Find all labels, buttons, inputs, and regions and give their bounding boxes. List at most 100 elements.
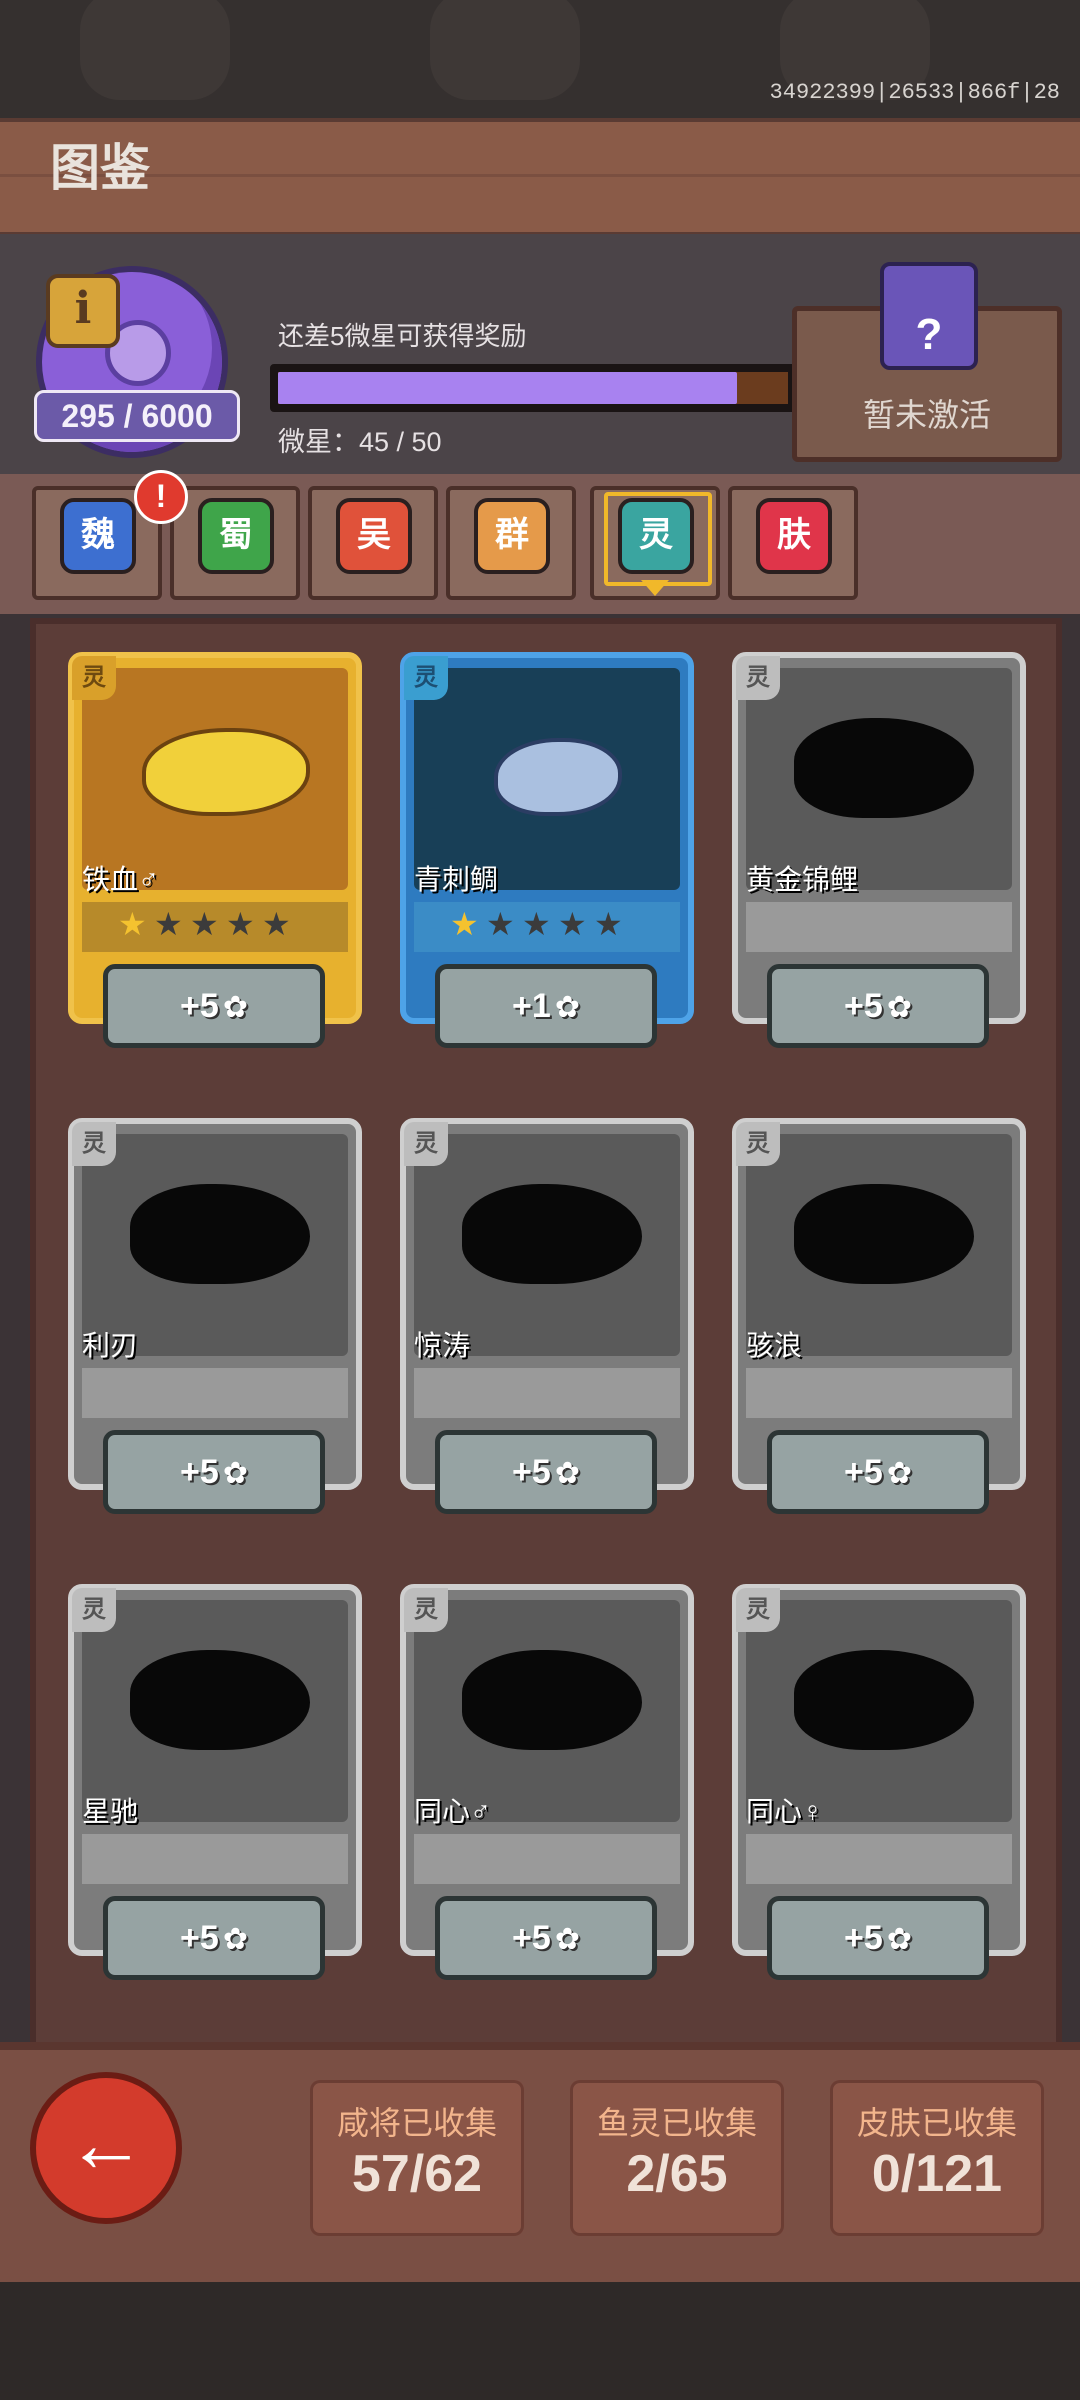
fish-name: 同心♀: [746, 1796, 824, 1827]
fish-spirits-collected: 鱼灵已收集 2/65: [570, 2080, 784, 2236]
gear-icon: ✿: [886, 1457, 912, 1490]
stat-value: 0/121: [871, 2145, 1003, 2203]
star-icon: ★: [522, 906, 551, 942]
fish-image: [746, 668, 1012, 890]
card-tag: 灵: [404, 1122, 448, 1166]
reward-button[interactable]: +5 ✿: [103, 964, 325, 1048]
gear-icon: ✿: [886, 1923, 912, 1956]
tab-2[interactable]: 蜀: [198, 498, 274, 574]
fish-name: 铁血♂: [82, 864, 160, 895]
star-icon: ★: [558, 906, 587, 942]
star-icon: ★: [118, 906, 147, 942]
stat-label: 皮肤已收集: [856, 2105, 1017, 2141]
stat-label: 鱼灵已收集: [596, 2105, 757, 2141]
reward-amount: +5: [512, 1919, 551, 1957]
fish-name: 星驰: [82, 1796, 139, 1827]
star-icon: ★: [486, 906, 515, 942]
fish-name: 青刺鲷: [414, 864, 499, 895]
fish-silhouette-icon: [794, 1184, 974, 1284]
gear-icon: ✿: [886, 991, 912, 1024]
fish-image: [82, 1600, 348, 1822]
micro-star-count: 微星：45 / 50: [278, 427, 442, 457]
reward-amount: +5: [180, 1453, 219, 1491]
card-tag: 灵: [72, 1588, 116, 1632]
card-tag: 灵: [736, 1588, 780, 1632]
star-icon: ★: [262, 906, 291, 942]
inactive-label: 暂未激活: [862, 397, 991, 433]
blue-fish-icon: [494, 738, 622, 816]
build-info: 34922399|26533|866f|28: [769, 80, 1060, 105]
stat-value: 2/65: [626, 2145, 728, 2203]
fish-name: 惊涛: [414, 1330, 471, 1361]
star-icon: ★: [594, 906, 623, 942]
fish-image: [746, 1600, 1012, 1822]
reward-button[interactable]: +5 ✿: [435, 1430, 657, 1514]
tab-4[interactable]: 群: [474, 498, 550, 574]
reward-amount: +5: [512, 1453, 551, 1491]
fish-image: [414, 668, 680, 890]
reward-button[interactable]: +5 ✿: [767, 1430, 989, 1514]
fish-name: 利刃: [82, 1330, 139, 1361]
reward-hint: 还差5微星可获得奖励: [278, 321, 527, 351]
reward-button[interactable]: +1 ✿: [435, 964, 657, 1048]
stat-label: 咸将已收集: [336, 2105, 497, 2141]
star-rating: ★ ★ ★ ★ ★: [118, 908, 298, 940]
reward-amount: +5: [844, 1919, 883, 1957]
reward-amount: +1: [512, 987, 551, 1025]
card-band: [746, 1368, 1012, 1418]
fish-name: 骇浪: [746, 1330, 803, 1361]
reward-progress-bar: [270, 364, 796, 412]
card-band: [414, 1368, 680, 1418]
info-icon[interactable]: i: [46, 274, 120, 348]
gear-icon: ✿: [222, 1923, 248, 1956]
reward-button[interactable]: +5 ✿: [767, 1896, 989, 1980]
decor-shape: [430, 0, 580, 100]
card-band: [746, 902, 1012, 952]
reward-button[interactable]: +5 ✿: [435, 1896, 657, 1980]
fish-silhouette-icon: [130, 1184, 310, 1284]
reward-amount: +5: [844, 987, 883, 1025]
gear-icon: ✿: [222, 991, 248, 1024]
card-band: [82, 1834, 348, 1884]
card-band: [746, 1834, 1012, 1884]
points-counter: 295 / 6000: [34, 390, 240, 442]
active-tab-arrow-icon: [641, 580, 669, 596]
skins-collected: 皮肤已收集 0/121: [830, 2080, 1044, 2236]
card-tag: 灵: [736, 1122, 780, 1166]
bottom-decor-strip: [0, 2282, 1080, 2400]
fish-image: [746, 1134, 1012, 1356]
star-icon: ★: [450, 906, 479, 942]
question-icon: ?: [915, 310, 943, 359]
reward-button[interactable]: +5 ✿: [103, 1896, 325, 1980]
card-band: [414, 1834, 680, 1884]
fish-silhouette-icon: [462, 1184, 642, 1284]
gear-icon: ✿: [554, 1923, 580, 1956]
star-icon: ★: [226, 906, 255, 942]
card-tag: 灵: [72, 1122, 116, 1166]
back-button[interactable]: ←: [30, 2072, 182, 2224]
fish-name: 同心♂: [414, 1796, 492, 1827]
fish-silhouette-icon: [794, 718, 974, 818]
card-tag: 灵: [72, 656, 116, 700]
star-rating: ★ ★ ★ ★ ★: [450, 908, 630, 940]
stat-value: 57/62: [351, 2145, 483, 2203]
fish-image: [414, 1134, 680, 1356]
star-icon: ★: [190, 906, 219, 942]
tab-6[interactable]: 肤: [756, 498, 832, 574]
header-bar: [0, 118, 1080, 238]
page-title: 图鉴: [50, 140, 150, 196]
reward-button[interactable]: +5 ✿: [103, 1430, 325, 1514]
gear-icon: ✿: [554, 1457, 580, 1490]
card-band: [82, 1368, 348, 1418]
tab-3[interactable]: 吴: [336, 498, 412, 574]
fish-image: [82, 1134, 348, 1356]
card-tag: 灵: [404, 1588, 448, 1632]
progress-fill: [278, 372, 737, 404]
alert-badge-icon: !: [134, 470, 188, 524]
fish-silhouette-icon: [794, 1650, 974, 1750]
gear-icon: ✿: [554, 991, 580, 1024]
tab-1[interactable]: 魏: [60, 498, 136, 574]
reward-button[interactable]: +5 ✿: [767, 964, 989, 1048]
gear-icon: ✿: [222, 1457, 248, 1490]
fish-image: [82, 668, 348, 890]
